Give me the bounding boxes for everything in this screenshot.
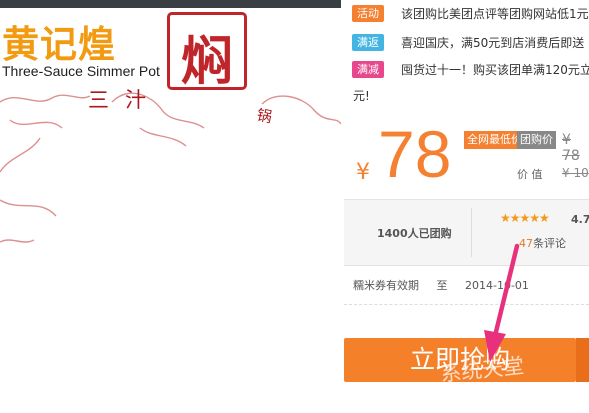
stats-box: 1400人已团购 ★★★★★ 4.7 47条评论 [344,199,589,266]
brand-name-zh: 黄记煌 [2,22,116,66]
decorative-flowers [0,92,341,243]
validity-to: 至 [436,279,448,292]
rating-stars-icon: ★★★★★ [500,211,550,225]
promo-row-discount: 满减 囤货过十一！购买该团单满120元立 [341,60,589,82]
tag-group-price: 团购价 [517,131,556,149]
value-amount: ¥ 10 [562,166,589,180]
promo-badge-discount: 满减 [352,61,384,78]
value-label: 价 值 [517,168,543,181]
rating-score: 4.7 [571,213,589,226]
promo-row-activity: 活动 该团购比美团点评等团购网站低1元 [341,4,589,26]
validity-date: 2014-10-01 [465,279,529,292]
promo-badge-cashback: 满返 [352,34,384,51]
review-count-suffix: 条评论 [533,237,566,250]
promo-text-continuation: 元! [353,89,370,103]
brand-subtitle-zh: 三汁 [88,88,162,112]
price-currency: ¥ [356,160,370,185]
validity-label: 糯米券有效期 [353,279,419,292]
product-image: 黄记煌 Three-Sauce Simmer Pot 焖 三汁 锅 [0,0,341,413]
top-strip [0,0,341,8]
deal-panel: 活动 该团购比美团点评等团购网站低1元 满返 喜迎国庆，满50元到店消费后即送 … [341,0,589,413]
promo-text-discount: 囤货过十一！购买该团单满120元立 [401,63,589,77]
brand-seal: 焖 [167,12,247,92]
promo-text-activity: 该团购比美团点评等团购网站低1元 [401,7,589,21]
buy-button-edge [576,338,589,382]
divider [344,304,589,305]
promo-row-cashback: 满返 喜迎国庆，满50元到店消费后即送 [341,33,589,55]
seal-character: 焖 [180,31,233,92]
original-price: ¥ 78 [562,132,580,164]
tag-lowest-price: 全网最低价 [464,131,525,149]
price-value: 78 [378,117,452,191]
promo-text-cashback: 喜迎国庆，满50元到店消费后即送 [401,36,585,50]
promo-badge-activity: 活动 [352,5,384,22]
brand-name-en: Three-Sauce Simmer Pot [2,63,160,79]
validity-row: 糯米券有效期 至 2014-10-01 [353,277,529,293]
review-count-number: 47 [519,237,533,250]
review-count-link[interactable]: 47条评论 [519,235,566,251]
stats-divider [471,208,472,257]
sold-count: 1400人已团购 [377,227,452,240]
